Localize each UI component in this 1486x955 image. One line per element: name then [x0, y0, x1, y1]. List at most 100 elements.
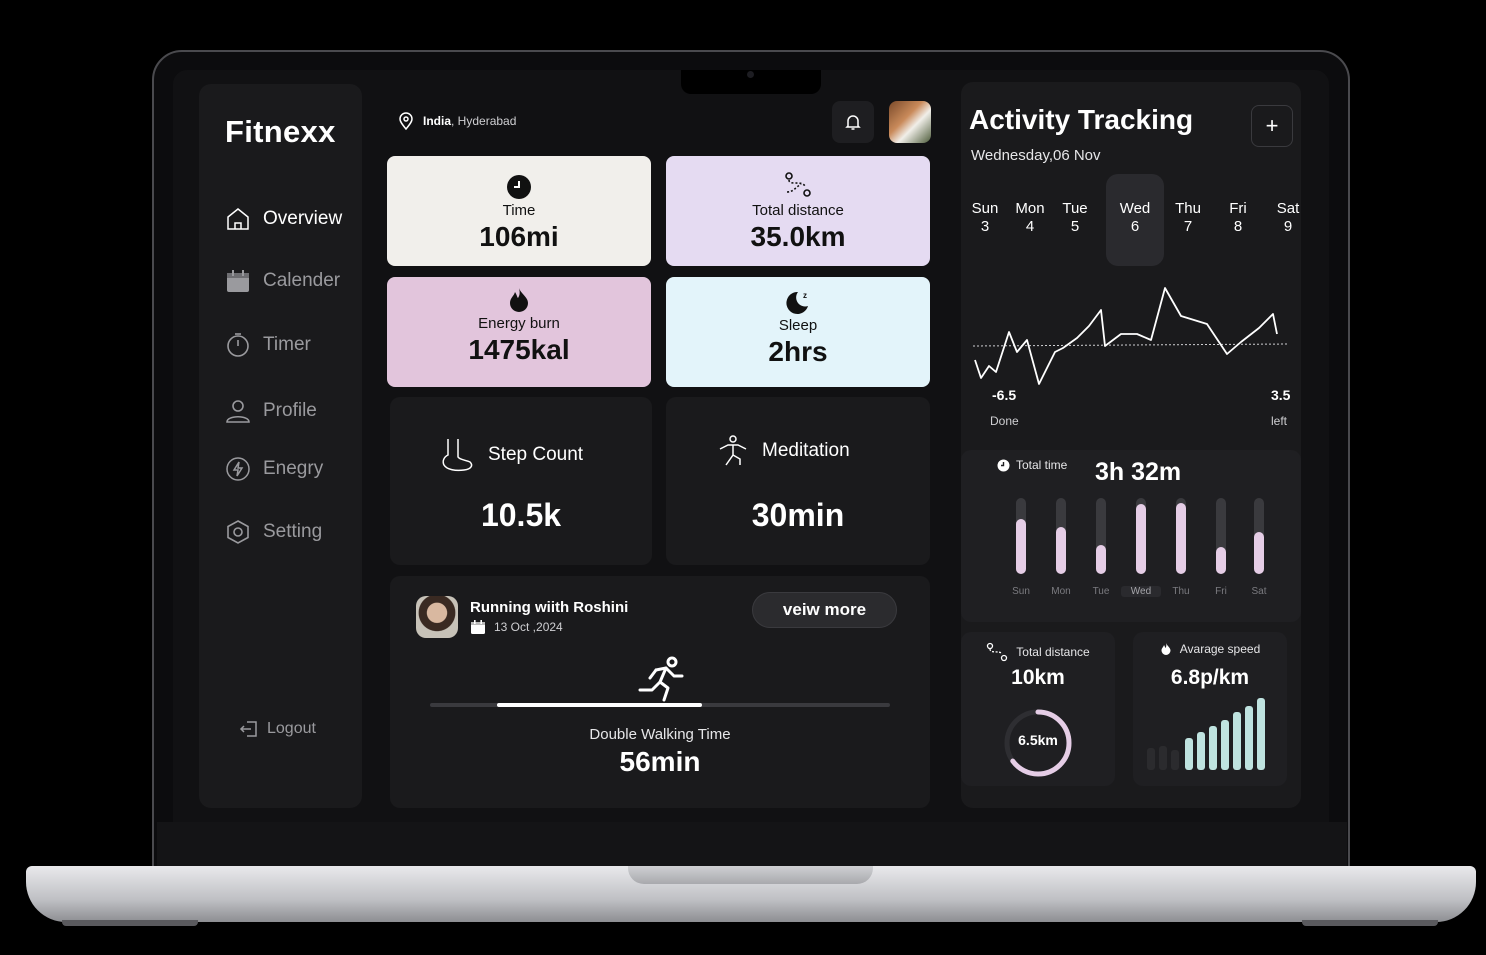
day-sun[interactable]: Sun 3	[965, 200, 1005, 236]
total-time-day-label: Mon	[1051, 586, 1071, 597]
speed-bar	[1221, 720, 1229, 770]
walk-value: 56min	[619, 746, 701, 777]
run-date: 13 Oct ,2024	[470, 619, 563, 635]
route-icon	[987, 642, 1008, 662]
total-time-day-label: Tue	[1092, 586, 1110, 597]
bell-icon	[845, 115, 861, 130]
energy-value: 1475kal	[468, 334, 570, 365]
flame-icon	[1161, 643, 1171, 655]
total-time-day-label: Thu	[1172, 586, 1190, 597]
total-distance-card[interactable]: Total distance 10km 6.5km	[961, 632, 1115, 786]
runner-icon	[638, 656, 684, 702]
done-value: -6.5	[992, 387, 1017, 403]
sleep-card[interactable]: z Sleep 2hrs	[666, 277, 930, 387]
chart-baseline	[972, 343, 1290, 347]
moon-icon: z	[786, 291, 808, 314]
step-count-card[interactable]: Step Count 10.5k	[390, 397, 652, 565]
notification-button[interactable]	[832, 101, 874, 143]
add-activity-button[interactable]: +	[1251, 105, 1293, 147]
meditation-icon	[719, 435, 747, 466]
total-time-card[interactable]: Total time 3h 32m Sun Mon Tue Wed Thu Fri Sat	[961, 450, 1301, 622]
day-number: 8	[1233, 218, 1243, 235]
profile-icon	[226, 400, 250, 423]
nav-overview[interactable]: Overview	[225, 206, 342, 232]
nav-calender-label: Calender	[263, 270, 341, 291]
total-time-day-label: Wed	[1121, 586, 1161, 597]
camera-icon	[747, 71, 754, 78]
total-time-bar-fill	[1254, 532, 1264, 574]
speed-bar	[1209, 726, 1217, 770]
run-title: Running wiith Roshini	[470, 599, 629, 616]
average-speed-card[interactable]: Avarage speed 6.8p/km	[1133, 632, 1287, 786]
total-distance-label: Total distance	[1016, 645, 1090, 659]
total-time-day-label: Sun	[1012, 586, 1030, 597]
total-distance-value: 10km	[1011, 666, 1065, 689]
meditation-card[interactable]: Meditation 30min	[666, 397, 930, 565]
location[interactable]: India, Hyderabad	[398, 112, 516, 130]
total-time-bar	[1254, 498, 1264, 574]
time-value: 106mi	[479, 221, 559, 252]
walking-progress-fill	[497, 703, 703, 707]
day-fri[interactable]: Fri 8	[1218, 200, 1258, 236]
activity-date: Wednesday,06 Nov	[971, 147, 1101, 164]
day-name: Tue	[1062, 200, 1088, 217]
meditation-label: Meditation	[762, 440, 850, 461]
day-thu[interactable]: Thu 7	[1168, 200, 1208, 236]
day-number: 3	[980, 218, 990, 235]
speed-bars	[1147, 698, 1265, 770]
logout-button[interactable]: Logout	[239, 719, 316, 739]
total-time-value: 3h 32m	[1095, 458, 1182, 486]
day-number: 4	[1025, 218, 1035, 235]
nav-timer-label: Timer	[263, 334, 311, 355]
average-speed-label: Avarage speed	[1179, 642, 1261, 656]
total-time-bar-fill	[1176, 503, 1186, 574]
clock-icon	[997, 459, 1010, 471]
total-time-bar-fill	[1016, 519, 1026, 574]
total-time-bar-fill	[1136, 504, 1146, 574]
location-pin-icon	[399, 112, 413, 130]
user-avatar[interactable]	[889, 101, 931, 143]
day-number: 6	[1130, 218, 1140, 235]
distance-card[interactable]: Total distance 35.0km	[666, 156, 930, 266]
laptop-foot	[1302, 920, 1438, 926]
speed-bar	[1233, 712, 1241, 770]
view-more-button[interactable]: veiw more	[752, 592, 897, 628]
speed-bar	[1159, 746, 1167, 770]
nav-profile-label: Profile	[263, 400, 317, 421]
svg-text:z: z	[803, 291, 807, 300]
day-number: 7	[1183, 218, 1193, 235]
footprint-icon	[442, 439, 473, 472]
day-mon[interactable]: Mon 4	[1010, 200, 1050, 236]
speed-bar	[1185, 738, 1193, 770]
logout-label: Logout	[267, 720, 316, 737]
nav-setting[interactable]: Setting	[225, 519, 322, 545]
nav-profile[interactable]: Profile	[225, 398, 317, 424]
total-time-bar	[1216, 498, 1226, 574]
speed-bar	[1171, 750, 1179, 770]
day-name: Thu	[1175, 200, 1201, 217]
day-number: 5	[1070, 218, 1080, 235]
total-time-bar-fill	[1216, 547, 1226, 574]
sidebar: Fitnexx Overview Calender Timer Profile …	[199, 84, 362, 808]
location-country: India	[423, 114, 452, 128]
running-card[interactable]: Running wiith Roshini 13 Oct ,2024 veiw …	[390, 576, 930, 808]
friend-avatar	[416, 596, 458, 638]
day-sat[interactable]: Sat 9	[1268, 200, 1308, 236]
calendar-icon	[227, 270, 249, 292]
speed-bar	[1245, 706, 1253, 770]
total-time-day-label: Sat	[1251, 586, 1267, 597]
walking-progress-track	[430, 703, 890, 707]
walk-label: Double Walking Time	[589, 726, 731, 743]
done-label: Done	[990, 414, 1019, 428]
energy-label: Energy burn	[478, 315, 560, 332]
calendar-icon	[471, 620, 485, 634]
nav-energy[interactable]: Enegry	[225, 456, 323, 482]
day-tue[interactable]: Tue 5	[1055, 200, 1095, 236]
nav-calender[interactable]: Calender	[225, 268, 340, 294]
nav-timer[interactable]: Timer	[225, 332, 311, 358]
day-wed[interactable]: Wed 6	[1106, 174, 1164, 266]
time-card[interactable]: Time 106mi	[387, 156, 651, 266]
step-count-value: 10.5k	[480, 497, 562, 533]
flame-icon	[510, 288, 528, 312]
energy-card[interactable]: Energy burn 1475kal	[387, 277, 651, 387]
